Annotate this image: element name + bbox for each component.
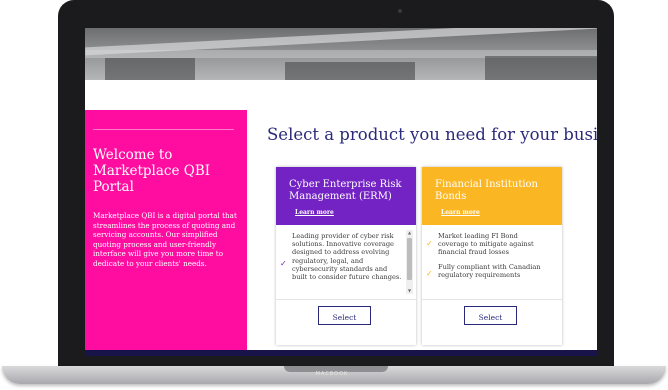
feature-list: ✓ Leading provider of cyber risk solutio… <box>276 230 416 294</box>
product-card-header: Cyber Enterprise Risk Management (ERM) L… <box>276 167 416 225</box>
select-fi-bonds-button[interactable]: Select <box>464 306 517 325</box>
laptop-brand-label: MACBOOK <box>315 371 349 377</box>
webcam-icon <box>398 9 402 13</box>
footer-bar <box>85 350 597 356</box>
product-card-header: Financial Institution Bonds Learn more <box>422 167 562 225</box>
feature-item: Market leading FI Bond coverage to mitig… <box>438 232 534 257</box>
welcome-divider <box>93 129 234 130</box>
feature-list-scrollbar[interactable]: ▲ ▼ <box>406 230 413 294</box>
scrollbar-thumb[interactable] <box>407 238 412 280</box>
product-card-erm: Cyber Enterprise Risk Management (ERM) L… <box>276 167 416 345</box>
page-heading: Select a product you need for your busin… <box>267 125 597 144</box>
welcome-description: Marketplace QBI is a digital portal that… <box>93 211 237 268</box>
checkmark-icon: ✓ <box>426 239 433 248</box>
learn-more-link[interactable]: Learn more <box>295 209 334 216</box>
hero-office-image <box>85 28 597 80</box>
checkmark-icon: ✓ <box>280 259 287 268</box>
card-divider <box>276 299 416 300</box>
feature-item: Leading provider of cyber risk solutions… <box>292 232 402 282</box>
product-card-fi-bonds: Financial Institution Bonds Learn more ✓… <box>422 167 562 345</box>
scroll-down-icon[interactable]: ▼ <box>406 288 413 294</box>
checkmark-icon: ✓ <box>426 269 433 278</box>
welcome-title: Welcome to Marketplace QBI Portal <box>93 147 211 195</box>
feature-list: ✓ Market leading FI Bond coverage to mit… <box>422 230 562 294</box>
product-name: Financial Institution Bonds <box>435 179 538 202</box>
card-divider <box>422 299 562 300</box>
product-name: Cyber Enterprise Risk Management (ERM) <box>289 179 402 202</box>
feature-item: Fully compliant with Canadian regulatory… <box>438 263 541 280</box>
welcome-panel: Welcome to Marketplace QBI Portal Market… <box>85 110 247 356</box>
scroll-up-icon[interactable]: ▲ <box>406 230 413 236</box>
learn-more-link[interactable]: Learn more <box>441 209 480 216</box>
portal-screen: Welcome to Marketplace QBI Portal Market… <box>85 28 597 356</box>
select-erm-button[interactable]: Select <box>318 306 371 325</box>
